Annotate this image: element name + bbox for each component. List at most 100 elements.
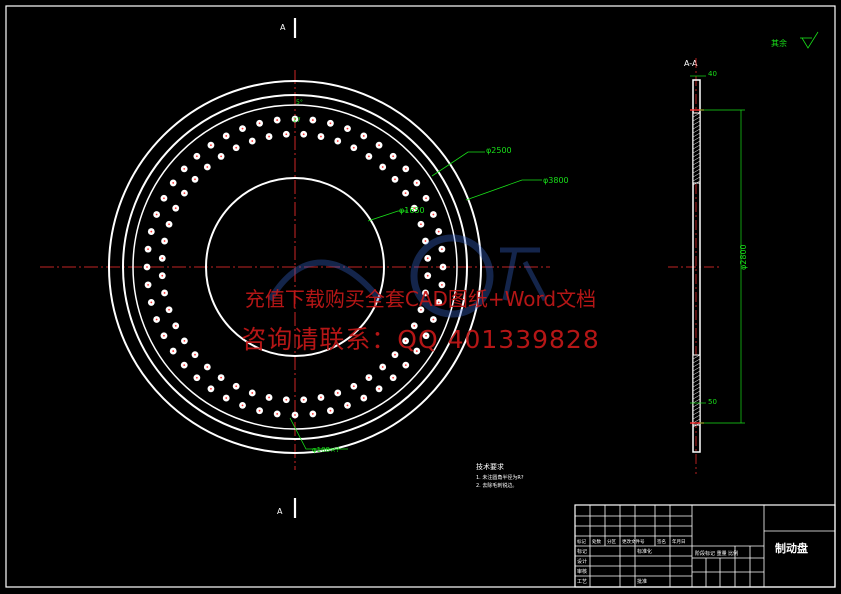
bolt-hole-center [163, 240, 166, 242]
bolt-hole-center [378, 387, 380, 390]
bolt-hole-center [220, 155, 223, 158]
bolt-hole-center [285, 398, 288, 401]
bolt-hole-center [268, 135, 270, 138]
tb-header-mark: 标记 [577, 538, 586, 545]
bolt-hole-center [329, 409, 332, 412]
bolt-hole-center [404, 364, 407, 367]
bolt-hole-center [251, 392, 254, 394]
tb-header-count: 处数 [592, 538, 601, 545]
section-mark-bottom: A [277, 507, 283, 516]
bolt-hole-center [346, 404, 349, 407]
tb-header-sign: 签名 [657, 538, 666, 545]
bolt-hole-center [225, 135, 228, 137]
bolt-hole-center [424, 292, 427, 294]
bolt-hole-center [392, 376, 395, 379]
bolt-hole-center [420, 308, 422, 311]
bolt-hole-center [195, 376, 198, 379]
bolt-hole-center [194, 178, 196, 181]
dim-small-label: 27 [293, 117, 301, 124]
bolt-hole-center [168, 308, 170, 311]
bolt-hole-center [163, 292, 166, 294]
bolt-hole-center [367, 155, 370, 158]
bolt-hole-center [378, 144, 380, 147]
bolt-hole-center [404, 167, 407, 170]
bolt-hole-center [311, 413, 314, 415]
bolt-hole-center [320, 135, 322, 138]
bolt-hole-center [302, 133, 305, 136]
bolt-hole-center [258, 122, 261, 125]
bolt-hole-center [150, 230, 153, 233]
bolt-hole-center [258, 409, 261, 412]
bolt-hole-center [183, 192, 186, 195]
section-mark-top: A [280, 23, 286, 32]
tb-row-process: 工艺 [577, 579, 587, 585]
bolt-hole-center [404, 339, 407, 342]
cad-drawing: A A φ2500 φ3800 φ1650 φ108×? 5° 27 A-A φ… [0, 0, 841, 594]
dim-hole-callout: φ108×? [312, 446, 340, 454]
tb-right-header: 阶段标记 重量 比例 [695, 550, 738, 557]
bolt-hole-center [420, 223, 422, 226]
bolt-hole-center [225, 397, 228, 399]
bolt-hole-center [235, 385, 238, 388]
bolt-hole-center [168, 223, 170, 226]
tb-header-zone: 分区 [607, 538, 616, 545]
bolt-hole-center [163, 334, 165, 337]
bolt-hole-center [210, 387, 212, 390]
bolt-hole-center [432, 318, 435, 321]
bolt-hole-center [163, 197, 165, 200]
bolt-hole-center [425, 334, 427, 337]
bolt-hole-center [432, 213, 435, 216]
bolt-hole-center [147, 283, 149, 286]
bolt-hole-center [352, 146, 355, 149]
bolt-hole-center [415, 350, 418, 352]
bolt-hole-center [392, 155, 395, 158]
bolt-hole-center [320, 396, 322, 399]
bolt-hole-center [150, 301, 153, 304]
surface-finish-note: 其余 [771, 38, 787, 48]
bolt-hole-center [441, 248, 443, 251]
bolt-hole-center [276, 119, 279, 121]
tb-standardization: 标准化 [637, 548, 652, 555]
bolt-hole-center [424, 240, 427, 242]
bolt-hole-center [155, 213, 158, 216]
bolt-hole-center [426, 257, 429, 260]
dim-inner-circle: φ1650 [399, 206, 425, 215]
dim-section-bottom: 50 [708, 398, 717, 406]
bolt-hole-center [426, 274, 429, 277]
bolt-hole-center [276, 413, 279, 415]
bolt-hole-center [302, 398, 305, 401]
bolt-hole-center [220, 376, 223, 379]
bolt-hole-center [155, 318, 158, 321]
bolt-hole-center [241, 404, 244, 407]
bolt-hole-center [442, 266, 444, 268]
tb-part-name: 制动盘 [775, 541, 808, 555]
bolt-hole-center [294, 414, 296, 416]
bolt-hole-center [174, 324, 177, 327]
tb-row-mark: 标记 [577, 548, 587, 555]
bolt-hole-center [404, 192, 407, 195]
tb-approve: 批准 [637, 578, 647, 585]
bolt-hole-center [381, 166, 384, 168]
tb-header-date: 年月日 [672, 538, 686, 545]
bolt-hole-center [183, 364, 186, 367]
bolt-hole-center [329, 122, 332, 125]
bolt-hole-center [183, 339, 186, 342]
bolt-hole-center [413, 324, 416, 327]
bolt-hole-center [381, 366, 384, 368]
bolt-hole-center [336, 392, 339, 394]
bolt-hole-center [172, 350, 175, 352]
bolt-hole-center [146, 266, 148, 268]
bolt-hole-center [425, 197, 427, 200]
bolt-hole-center [336, 140, 339, 142]
bolt-hole-center [362, 397, 365, 399]
bolt-hole-center [210, 144, 212, 147]
tech-requirement-item-2: 2. 去除毛刺锐边。 [476, 482, 517, 489]
dim-section-top: 40 [708, 70, 717, 78]
bolt-hole-center [235, 146, 238, 149]
bolt-hole-center [206, 366, 209, 368]
dim-section-height: φ2800 [739, 244, 748, 270]
dim-hole-circle: φ2500 [486, 146, 512, 155]
dim-outer-circle: φ3800 [543, 176, 569, 185]
bolt-hole-center [394, 178, 396, 181]
bolt-hole-center [441, 283, 443, 286]
